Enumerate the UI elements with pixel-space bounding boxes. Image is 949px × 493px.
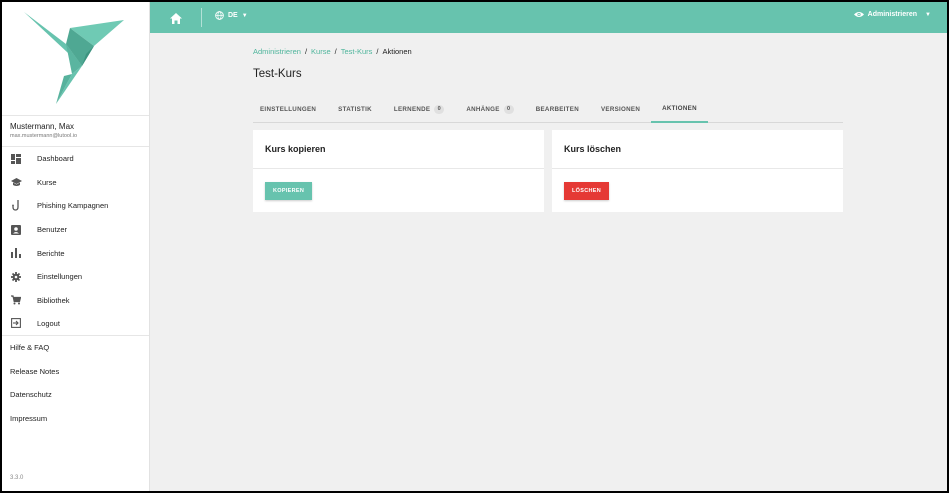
topbar: DE ▼ Administrieren ▼ bbox=[150, 2, 947, 33]
tab-aktionen[interactable]: AKTIONEN bbox=[651, 95, 708, 123]
sidebar-item-label: Phishing Kampagnen bbox=[37, 201, 109, 211]
card-title: Kurs löschen bbox=[552, 130, 843, 169]
tab-label: LERNENDE bbox=[393, 105, 431, 113]
sidebar-item-logout[interactable]: Logout bbox=[2, 312, 149, 336]
tab-label: STATISTIK bbox=[338, 105, 372, 113]
user-name: Mustermann, Max bbox=[10, 122, 75, 131]
breadcrumb-kurse[interactable]: Kurse bbox=[311, 47, 331, 56]
cart-icon bbox=[10, 294, 22, 306]
breadcrumb-administrieren[interactable]: Administrieren bbox=[253, 47, 301, 56]
home-icon bbox=[170, 13, 182, 24]
sidebar: Mustermann, Max max.mustermann@lutool.io… bbox=[2, 2, 150, 491]
copy-course-card: Kurs kopieren KOPIEREN bbox=[253, 130, 544, 212]
delete-course-card: Kurs löschen LÖSCHEN bbox=[552, 130, 843, 212]
tab-label: VERSIONEN bbox=[600, 105, 641, 113]
sidebar-item-benutzer[interactable]: Benutzer bbox=[2, 218, 149, 242]
dashboard-icon bbox=[10, 153, 22, 165]
user-box-icon bbox=[10, 224, 22, 236]
sidebar-item-berichte[interactable]: Berichte bbox=[2, 241, 149, 265]
count-badge: 0 bbox=[503, 104, 514, 114]
tab-statistik[interactable]: STATISTIK bbox=[327, 95, 383, 123]
role-select[interactable]: Administrieren ▼ bbox=[853, 11, 931, 18]
tab-bearbeiten[interactable]: BEARBEITEN bbox=[525, 95, 590, 123]
link-impressum[interactable]: Impressum bbox=[2, 407, 149, 431]
sidebar-item-einstellungen[interactable]: Einstellungen bbox=[2, 265, 149, 289]
sidebar-item-kurse[interactable]: Kurse bbox=[2, 171, 149, 195]
tab-einstellungen[interactable]: EINSTELLUNGEN bbox=[253, 95, 327, 123]
topbar-divider bbox=[201, 8, 202, 27]
sidebar-item-label: Berichte bbox=[37, 248, 65, 258]
sidebar-item-label: Dashboard bbox=[37, 154, 74, 164]
sidebar-item-label: Einstellungen bbox=[37, 272, 83, 282]
sidebar-item-label: Logout bbox=[37, 318, 60, 328]
tab-label: ANHÄNGE bbox=[466, 105, 500, 113]
breadcrumb-test-kurs[interactable]: Test-Kurs bbox=[341, 47, 373, 56]
logo-icon bbox=[24, 12, 124, 104]
main-content: Administrieren / Kurse / Test-Kurs / Akt… bbox=[150, 33, 947, 491]
tab-label: AKTIONEN bbox=[662, 104, 697, 112]
copy-button[interactable]: KOPIEREN bbox=[265, 182, 313, 200]
logout-icon bbox=[10, 317, 22, 329]
bar-chart-icon bbox=[10, 247, 22, 259]
page-title: Test-Kurs bbox=[253, 68, 302, 80]
breadcrumb-separator: / bbox=[376, 47, 379, 56]
breadcrumb: Administrieren / Kurse / Test-Kurs / Akt… bbox=[253, 47, 412, 56]
tab-versionen[interactable]: VERSIONEN bbox=[590, 95, 651, 123]
hook-icon bbox=[10, 200, 22, 212]
link-datenschutz[interactable]: Datenschutz bbox=[2, 383, 149, 407]
breadcrumb-current: Aktionen bbox=[382, 47, 412, 56]
sidebar-item-phishing[interactable]: Phishing Kampagnen bbox=[2, 194, 149, 218]
link-hilfe-faq[interactable]: Hilfe & FAQ bbox=[2, 336, 149, 360]
delete-button[interactable]: LÖSCHEN bbox=[564, 182, 609, 200]
chevron-down-icon: ▼ bbox=[925, 11, 931, 18]
card-title: Kurs kopieren bbox=[253, 130, 544, 169]
school-icon bbox=[10, 176, 22, 188]
link-release-notes[interactable]: Release Notes bbox=[2, 359, 149, 383]
language-select[interactable]: DE ▼ bbox=[215, 11, 248, 20]
sidebar-item-bibliothek[interactable]: Bibliothek bbox=[2, 289, 149, 313]
breadcrumb-separator: / bbox=[304, 47, 308, 56]
sidebar-item-label: Bibliothek bbox=[37, 295, 70, 305]
breadcrumb-separator: / bbox=[334, 47, 337, 56]
sidebar-item-dashboard[interactable]: Dashboard bbox=[2, 147, 149, 171]
gear-icon bbox=[10, 271, 22, 283]
home-button[interactable] bbox=[170, 11, 183, 24]
globe-icon bbox=[215, 11, 224, 20]
logo-area bbox=[2, 2, 149, 116]
tab-anhaenge[interactable]: ANHÄNGE 0 bbox=[455, 95, 524, 123]
sidebar-item-label: Kurse bbox=[37, 177, 57, 187]
app-version: 3.3.0 bbox=[10, 475, 24, 481]
count-badge: 0 bbox=[434, 104, 445, 114]
user-block[interactable]: Mustermann, Max max.mustermann@lutool.io bbox=[2, 116, 149, 147]
tab-label: BEARBEITEN bbox=[535, 105, 579, 113]
tab-label: EINSTELLUNGEN bbox=[260, 105, 317, 113]
tab-lernende[interactable]: LERNENDE 0 bbox=[383, 95, 455, 123]
eye-icon bbox=[853, 12, 864, 17]
user-email: max.mustermann@lutool.io bbox=[10, 133, 78, 139]
tab-bar: EINSTELLUNGEN STATISTIK LERNENDE 0 ANHÄNG… bbox=[253, 95, 843, 123]
sidebar-item-label: Benutzer bbox=[37, 225, 68, 235]
language-label: DE bbox=[228, 12, 238, 19]
chevron-down-icon: ▼ bbox=[241, 12, 248, 19]
role-label: Administrieren bbox=[867, 11, 918, 18]
